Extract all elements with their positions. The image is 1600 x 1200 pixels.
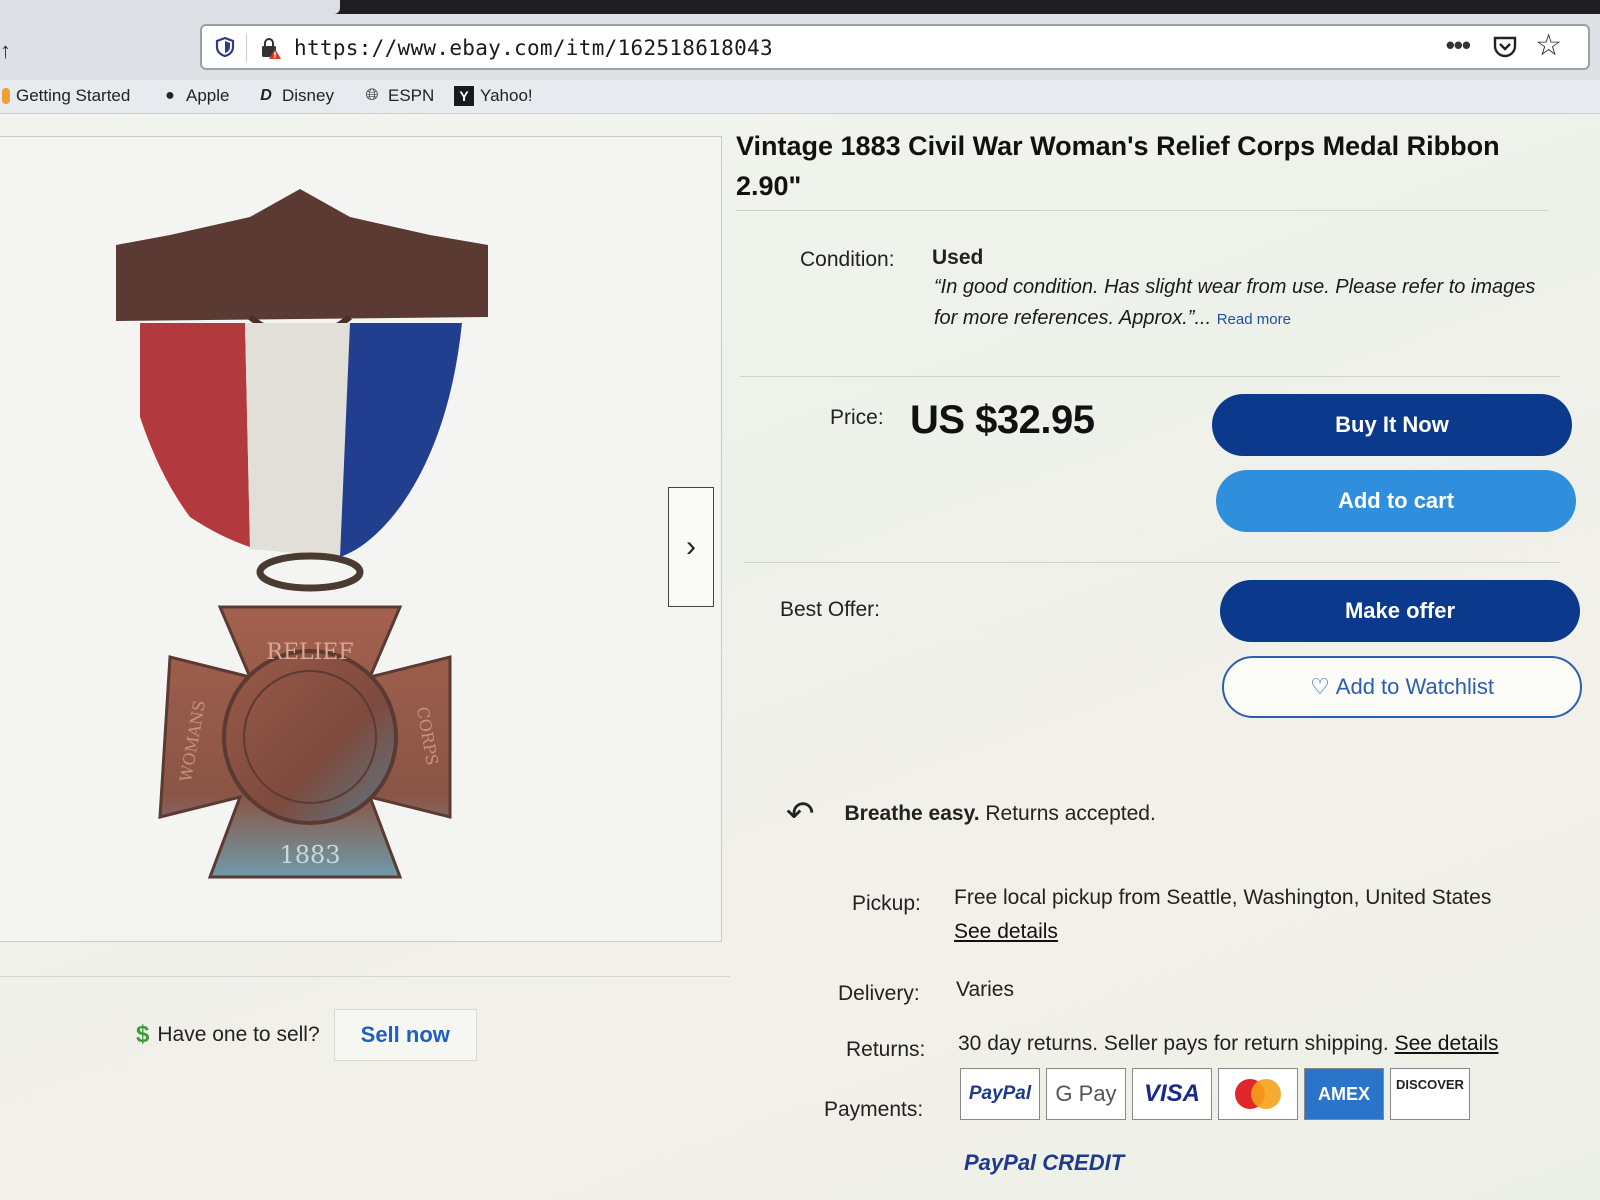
google-pay-logo: G Pay	[1046, 1068, 1126, 1120]
delivery-value: Varies	[956, 978, 1014, 1001]
bookmark-label: Yahoo!	[480, 86, 533, 105]
bookmark-apple[interactable]: ● Apple	[160, 86, 229, 106]
read-more-link[interactable]: Read more	[1217, 311, 1291, 328]
paypal-logo: PayPal	[960, 1068, 1040, 1120]
bookmark-label: Getting Started	[16, 86, 131, 105]
bookmark-getting-started[interactable]: Getting Started	[2, 86, 130, 106]
bookmark-star-icon[interactable]: ☆	[1535, 28, 1562, 63]
return-arrow-icon: ↶	[786, 795, 815, 833]
globe-icon: 🌐︎	[365, 87, 379, 104]
gallery-divider	[0, 976, 730, 977]
pickup-value: Free local pickup from Seattle, Washingt…	[954, 886, 1492, 909]
firefox-icon	[2, 88, 10, 104]
bookmark-label: ESPN	[388, 86, 435, 105]
buy-it-now-button[interactable]: Buy It Now	[1212, 394, 1572, 456]
divider	[736, 210, 1548, 211]
bookmark-label: Disney	[282, 86, 334, 105]
divider	[744, 562, 1560, 563]
insecure-lock-icon[interactable]	[258, 36, 282, 60]
bookmark-espn[interactable]: 🌐︎ ESPN	[362, 86, 435, 106]
bookmark-yahoo[interactable]: Y Yahoo!	[454, 86, 533, 106]
heart-icon: ♡	[1310, 674, 1330, 699]
tab-strip	[0, 0, 1600, 14]
mastercard-logo	[1218, 1068, 1298, 1120]
best-offer-label: Best Offer:	[780, 598, 880, 621]
returns-value: 30 day returns. Seller pays for return s…	[958, 1032, 1498, 1056]
yahoo-icon: Y	[454, 86, 474, 106]
add-to-watchlist-button[interactable]: ♡ Add to Watchlist	[1222, 656, 1582, 718]
payment-methods: PayPal G Pay VISA AMEX DISCOVER	[960, 1068, 1470, 1120]
chevron-right-icon: ›	[686, 530, 696, 563]
returns-banner: ↶ Breathe easy. Returns accepted.	[786, 794, 1156, 834]
mastercard-icon	[1235, 1079, 1281, 1109]
bookmarks-bar: Getting Started ● Apple D Disney 🌐︎ ESPN…	[0, 80, 1600, 114]
apple-icon: ●	[165, 87, 175, 104]
pickup-label: Pickup:	[852, 892, 921, 915]
returns-banner-rest: Returns accepted.	[979, 802, 1156, 825]
tracking-shield-icon[interactable]	[214, 36, 236, 58]
image-gallery: RELIEF WOMANS CORPS 1883 ›	[0, 136, 722, 942]
browser-toolbar: ↑ https://www.ebay.com/itm/162518618043 …	[0, 14, 1600, 80]
item-title: Vintage 1883 Civil War Woman's Relief Co…	[736, 131, 1500, 201]
disney-icon: D	[260, 87, 272, 104]
returns-banner-text: Breathe easy. Returns accepted.	[845, 802, 1156, 826]
returns-banner-bold: Breathe easy.	[844, 802, 980, 825]
back-arrow-icon[interactable]: ↑	[0, 38, 11, 64]
dollar-icon: $	[136, 1021, 150, 1048]
returns-see-details-link[interactable]: See details	[1395, 1032, 1499, 1055]
medal-top-text: RELIEF	[266, 640, 353, 665]
condition-description: “In good condition. Has slight wear from…	[934, 272, 1554, 335]
make-offer-button[interactable]: Make offer	[1220, 580, 1580, 642]
pickup-see-details-link[interactable]: See details	[954, 920, 1058, 944]
add-to-cart-button[interactable]: Add to cart	[1216, 470, 1576, 532]
next-image-button[interactable]: ›	[668, 487, 714, 607]
bookmark-label: Apple	[186, 86, 230, 105]
pocket-icon[interactable]	[1492, 34, 1518, 60]
delivery-label: Delivery:	[838, 982, 920, 1005]
price-value: US $32.95	[910, 398, 1095, 442]
bookmark-disney[interactable]: D Disney	[256, 86, 334, 106]
active-tab[interactable]	[0, 0, 340, 14]
sell-now-button[interactable]: Sell now	[333, 1009, 477, 1061]
payments-label: Payments:	[824, 1098, 924, 1121]
url-bar[interactable]: https://www.ebay.com/itm/162518618043 ••…	[200, 24, 1590, 70]
condition-value: Used	[932, 246, 984, 269]
price-label: Price:	[830, 406, 884, 429]
medal-year-text: 1883	[279, 841, 340, 869]
listing-page: RELIEF WOMANS CORPS 1883 › $ Have one to…	[0, 114, 1600, 1200]
returns-label: Returns:	[846, 1038, 926, 1061]
sell-prompt: $ Have one to sell? Sell now	[136, 1009, 477, 1061]
url-text[interactable]: https://www.ebay.com/itm/162518618043	[294, 36, 773, 60]
discover-logo: DISCOVER	[1390, 1068, 1470, 1120]
returns-text: 30 day returns. Seller pays for return s…	[958, 1032, 1389, 1055]
medal-image[interactable]: RELIEF WOMANS CORPS 1883	[100, 177, 520, 907]
url-separator	[246, 34, 247, 62]
divider	[740, 376, 1560, 377]
watchlist-label: Add to Watchlist	[1335, 674, 1494, 699]
paypal-credit-logo: PayPal CREDIT	[964, 1150, 1125, 1175]
amex-logo: AMEX	[1304, 1068, 1384, 1120]
page-actions-icon[interactable]: •••	[1446, 30, 1471, 61]
visa-logo: VISA	[1132, 1068, 1212, 1120]
condition-label: Condition:	[800, 248, 895, 271]
sell-question: Have one to sell?	[157, 1023, 320, 1046]
